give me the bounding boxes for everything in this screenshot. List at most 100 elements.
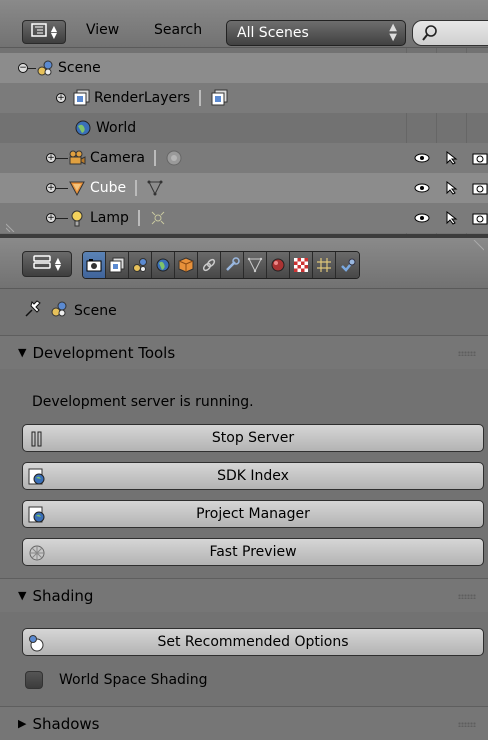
button-label: Project Manager — [196, 506, 310, 522]
drag-grip-icon[interactable] — [458, 351, 476, 356]
panel-header-development-tools[interactable]: ▼ Development Tools — [0, 335, 488, 369]
texture-icon[interactable] — [290, 252, 313, 278]
render-layers-icon — [72, 89, 90, 107]
context-breadcrumb: Scene — [24, 300, 117, 322]
collapse-icon[interactable]: − — [18, 63, 28, 73]
area-resize-grip-icon[interactable] — [472, 239, 485, 252]
selectable-cursor-icon[interactable] — [444, 150, 460, 166]
outliner-row-world[interactable]: World — [0, 113, 488, 143]
editor-type-selector[interactable]: ▲ ▼ — [22, 251, 72, 277]
collapsed-triangle-icon: ▶ — [18, 717, 27, 730]
world-icon — [74, 119, 92, 137]
search-icon — [421, 24, 439, 46]
outliner-editor-icon — [31, 23, 47, 41]
physics-icon[interactable] — [336, 252, 359, 278]
visibility-eye-icon[interactable] — [414, 180, 430, 196]
world-space-shading-checkbox[interactable] — [25, 671, 43, 689]
panel-header-shadows[interactable]: ▶ Shadows — [0, 706, 488, 740]
separator — [199, 90, 202, 106]
row-label-scene: Scene — [58, 60, 101, 76]
context-tab-strip — [82, 251, 360, 279]
outliner-row-lamp[interactable]: + Lamp — [0, 203, 488, 233]
scene-icon — [36, 59, 54, 77]
tree-line — [56, 157, 68, 159]
outliner-editor: ▲ ▼ View Search All Scenes ▲ ▼ − Scene + R… — [0, 0, 488, 234]
constraints-icon[interactable] — [198, 252, 221, 278]
panel-header-shading[interactable]: ▼ Shading — [0, 578, 488, 612]
modifiers-icon[interactable] — [221, 252, 244, 278]
cube-icon — [68, 179, 86, 197]
row-label-lamp: Lamp — [90, 210, 129, 226]
area-resize-grip-icon[interactable] — [5, 220, 18, 233]
display-mode-value: All Scenes — [237, 25, 309, 41]
stop-server-button[interactable]: Stop Server — [22, 424, 484, 452]
render-layers-data-icon[interactable] — [210, 89, 228, 107]
outliner-row-renderlayers[interactable]: + RenderLayers — [0, 83, 488, 113]
editor-type-selector[interactable]: ▲ ▼ — [22, 20, 66, 44]
view-menu[interactable]: View — [86, 22, 119, 38]
expanded-triangle-icon: ▼ — [18, 589, 27, 602]
properties-header: ▲ ▼ — [0, 238, 488, 289]
panel-title: Shading — [32, 586, 94, 605]
selectable-cursor-icon[interactable] — [444, 210, 460, 226]
expand-icon[interactable]: + — [46, 183, 56, 193]
tree-line — [56, 217, 68, 219]
outliner-row-camera[interactable]: + Camera — [0, 143, 488, 173]
expand-icon[interactable]: + — [46, 213, 56, 223]
camera-icon — [68, 149, 86, 167]
expand-icon[interactable]: + — [46, 153, 56, 163]
scene-icon[interactable] — [129, 252, 152, 278]
tree-line — [28, 67, 36, 69]
button-label: Fast Preview — [209, 544, 297, 560]
visibility-eye-icon[interactable] — [414, 150, 430, 166]
tree-line — [56, 187, 68, 189]
search-menu[interactable]: Search — [154, 22, 202, 38]
sdk-index-button[interactable]: SDK Index — [22, 462, 484, 490]
button-label: SDK Index — [217, 468, 289, 484]
pin-icon[interactable] — [24, 300, 44, 322]
row-label-renderlayers: RenderLayers — [94, 90, 191, 106]
outliner-row-scene[interactable]: − Scene — [0, 53, 488, 83]
preview-render-icon — [27, 543, 47, 563]
outliner-header: ▲ ▼ View Search All Scenes ▲ ▼ — [0, 0, 488, 48]
material-icon[interactable] — [267, 252, 290, 278]
particles-icon[interactable] — [313, 252, 336, 278]
expand-icon[interactable]: + — [56, 93, 66, 103]
drag-grip-icon[interactable] — [458, 594, 476, 599]
display-mode-dropdown[interactable]: All Scenes ▲ ▼ — [226, 20, 406, 46]
panel-title: Development Tools — [32, 343, 176, 362]
selectable-cursor-icon[interactable] — [444, 180, 460, 196]
lamp-data-icon[interactable] — [149, 209, 167, 227]
render-camera-icon[interactable] — [472, 180, 488, 196]
mesh-data-icon[interactable] — [244, 252, 267, 278]
world-icon[interactable] — [152, 252, 175, 278]
render-camera-icon[interactable] — [472, 210, 488, 226]
outliner-row-cube[interactable]: + Cube — [0, 173, 488, 203]
drag-grip-icon[interactable] — [458, 722, 476, 727]
mesh-data-icon[interactable] — [146, 179, 164, 197]
fast-preview-button[interactable]: Fast Preview — [22, 538, 484, 566]
separator — [153, 150, 156, 166]
updown-arrows-icon: ▲ ▼ — [54, 256, 62, 272]
object-icon[interactable] — [175, 252, 198, 278]
shading-options-icon — [27, 633, 47, 653]
camera-data-icon[interactable] — [165, 149, 183, 167]
project-manager-button[interactable]: Project Manager — [22, 500, 484, 528]
search-field[interactable] — [412, 20, 488, 46]
render-layers-icon[interactable] — [106, 252, 129, 278]
url-globe-icon — [27, 505, 47, 525]
panel-title: Shadows — [32, 714, 100, 733]
dropdown-arrows-icon: ▲ ▼ — [389, 22, 397, 43]
render-camera-icon[interactable] — [472, 150, 488, 166]
visibility-eye-icon[interactable] — [414, 210, 430, 226]
lamp-icon — [68, 209, 86, 227]
context-path-label: Scene — [74, 303, 117, 319]
updown-arrows-icon: ▲ ▼ — [50, 24, 58, 40]
row-label-camera: Camera — [90, 150, 145, 166]
button-label: Set Recommended Options — [157, 634, 349, 650]
row-label-cube: Cube — [90, 180, 127, 196]
pause-icon — [27, 429, 47, 449]
set-recommended-options-button[interactable]: Set Recommended Options — [22, 628, 484, 656]
separator — [137, 210, 140, 226]
render-icon[interactable] — [83, 252, 106, 278]
